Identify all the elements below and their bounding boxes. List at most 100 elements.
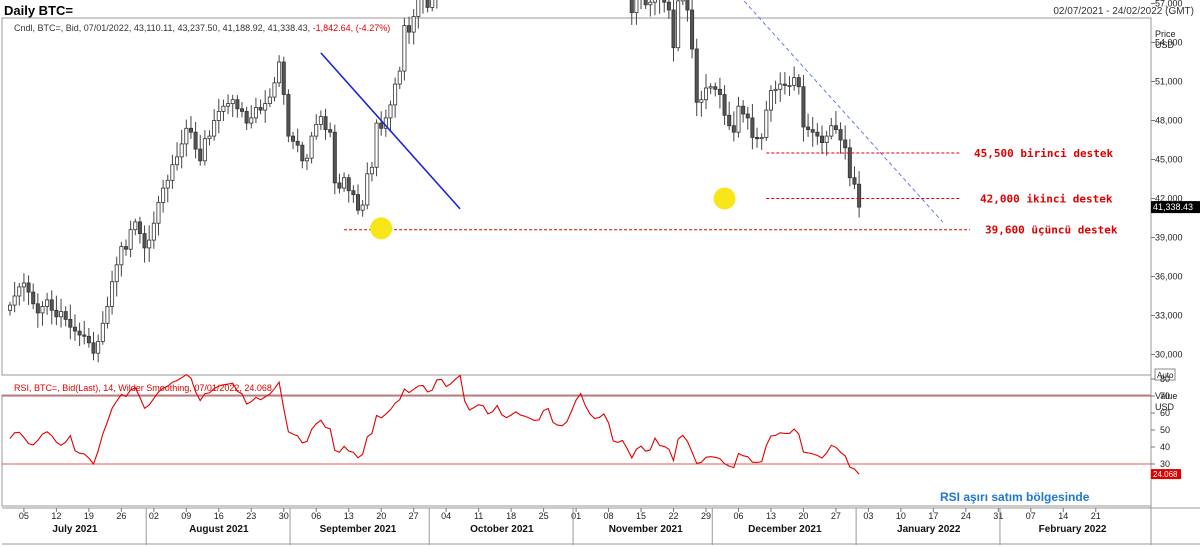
candle-body [857, 183, 862, 208]
price-tick-label: 54,000 [1155, 38, 1183, 48]
candle-body [328, 129, 333, 133]
candle-body [662, 0, 667, 3]
candle-body [787, 85, 792, 87]
candle-body [295, 140, 300, 146]
candle-body [755, 136, 760, 140]
candle-body [128, 229, 133, 250]
time-tick-label: 30 [279, 511, 289, 521]
candle-body [286, 94, 291, 137]
candle-body [221, 105, 226, 112]
candle-body [281, 61, 286, 95]
candle-body [263, 103, 268, 111]
candle-body [430, 0, 435, 8]
candle-body [360, 204, 365, 211]
candle-body [54, 309, 59, 318]
candle-body [151, 222, 156, 241]
candle-body [365, 173, 370, 206]
candle-body [96, 341, 101, 354]
candle-body [685, 0, 690, 11]
time-tick-label: 22 [669, 511, 679, 521]
price-tick-label: 51,000 [1155, 77, 1183, 87]
time-tick-label: 23 [246, 511, 256, 521]
candle-body [272, 82, 277, 98]
time-tick-label: 17 [928, 511, 938, 521]
candle-body [369, 166, 374, 175]
time-tick-label: 03 [863, 511, 873, 521]
candle-body [184, 127, 189, 145]
time-tick-label: 11 [474, 511, 483, 521]
candle-body [207, 135, 212, 140]
price-tick-label: 30,000 [1155, 350, 1183, 360]
candle-body [77, 330, 82, 336]
candle-body [397, 70, 402, 85]
price-tick-label: 57,000 [1155, 0, 1183, 9]
candle-body [416, 0, 421, 17]
candle-body [142, 233, 147, 249]
support-touch-marker [713, 187, 736, 210]
candle-body [342, 177, 347, 189]
candle-body [137, 221, 142, 234]
candle-body [425, 0, 430, 8]
candle-body [114, 264, 119, 283]
time-tick-label: 15 [636, 511, 646, 521]
candle-body [188, 127, 193, 133]
candle-body [699, 99, 704, 103]
candle-body [652, 0, 657, 3]
time-tick-label: 27 [831, 511, 841, 521]
candle-body [170, 164, 175, 181]
candle-body [806, 126, 811, 130]
candle-body [21, 282, 26, 288]
time-tick-label: 27 [409, 511, 419, 521]
candle-body [226, 103, 231, 107]
candle-body [713, 86, 718, 90]
chart-canvas[interactable]: Cndl, BTC=, Bid, 07/01/2022, 43,110.11, … [0, 0, 1200, 547]
time-tick-label: 13 [344, 511, 354, 521]
time-tick-label: 09 [181, 511, 191, 521]
rsi-tick-label: 50 [1160, 425, 1170, 435]
candle-body [629, 0, 634, 14]
candle-body [212, 120, 217, 137]
candle-body [388, 104, 393, 119]
candle-body [110, 281, 115, 307]
candle-body [193, 131, 198, 150]
candle-body [833, 125, 838, 130]
candle-body [239, 108, 244, 112]
candle-body [782, 83, 787, 86]
rsi-tick-label: 70 [1160, 391, 1170, 401]
candle-body [300, 144, 305, 162]
time-tick-label: 29 [701, 511, 711, 521]
time-tick-label: 25 [539, 511, 549, 521]
candle-body [82, 334, 87, 337]
candle-body [634, 0, 639, 13]
candle-body [198, 148, 203, 162]
support-label: 39,600 üçüncü destek [985, 224, 1118, 237]
rsi-tick-label: 60 [1160, 408, 1170, 418]
candle-body [829, 125, 834, 137]
candle-body [843, 139, 848, 149]
candle-body [759, 136, 764, 140]
candle-body [671, 9, 676, 49]
candle-body [727, 114, 732, 127]
time-tick-label: 31 [993, 511, 1003, 521]
time-tick-label: 12 [51, 511, 61, 521]
candle-body [676, 0, 681, 49]
time-tick-label: 14 [1058, 511, 1068, 521]
candle-body [680, 0, 685, 2]
candle-body [291, 135, 296, 142]
candle-body [731, 125, 736, 133]
last-rsi-label: 24.068 [1153, 470, 1178, 479]
candle-body [235, 99, 240, 110]
candle-body [796, 77, 801, 88]
month-label: August 2021 [189, 524, 249, 535]
candle-body [7, 304, 12, 311]
candle-body [147, 239, 152, 249]
price-tick-label: 36,000 [1155, 272, 1183, 282]
candle-body [202, 138, 207, 162]
candle-body [63, 311, 68, 320]
candle-body [643, 0, 648, 6]
time-tick-label: 21 [1091, 511, 1101, 521]
time-tick-label: 08 [604, 511, 614, 521]
month-label: November 2021 [609, 524, 683, 535]
candle-body [411, 16, 416, 33]
candle-body [35, 303, 40, 314]
